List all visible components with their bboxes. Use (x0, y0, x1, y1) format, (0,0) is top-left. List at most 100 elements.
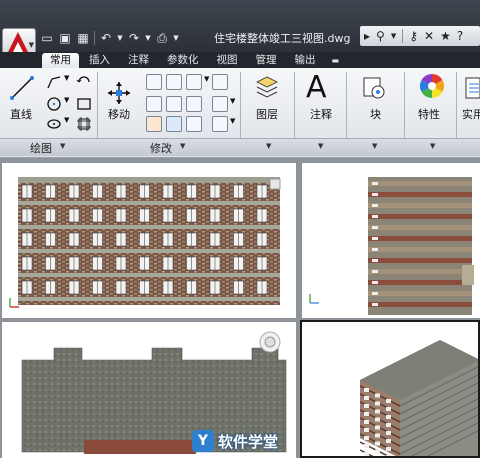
chevron-down-icon[interactable]: ▼ (64, 116, 69, 124)
color-wheel-icon[interactable] (418, 72, 446, 100)
iso-window (386, 431, 391, 435)
floor-slab (18, 249, 280, 253)
open-icon[interactable]: ▣ (58, 31, 72, 45)
block-icon[interactable] (360, 74, 388, 102)
iso-window (364, 404, 369, 408)
circle-center-icon[interactable] (46, 96, 62, 112)
iso-window (386, 399, 391, 403)
rectangle-icon[interactable] (76, 96, 92, 112)
side-window (372, 226, 378, 229)
chevron-down-icon[interactable]: ▼ (430, 142, 435, 150)
watermark-text: 软件学堂 (218, 432, 279, 451)
line-tool-icon[interactable] (8, 74, 36, 102)
modify-panel-title[interactable]: 修改 (150, 140, 172, 156)
chevron-down-icon: ▼ (28, 41, 34, 49)
iso-window (386, 423, 391, 427)
tab-output[interactable]: 输出 (287, 53, 324, 68)
circle-icon[interactable] (76, 74, 92, 90)
utilities-icon[interactable] (464, 76, 480, 100)
mirror-icon[interactable] (146, 96, 162, 112)
offset-icon[interactable] (212, 96, 228, 112)
layers-label[interactable]: 图层 (256, 106, 278, 122)
move-icon[interactable] (106, 80, 132, 106)
plot-dropdown-icon[interactable]: ▼ (173, 31, 179, 45)
side-floor-band (368, 236, 472, 241)
undo-dropdown-icon[interactable]: ▼ (117, 31, 123, 45)
binoculars-icon[interactable]: ⚲ (376, 29, 385, 43)
chevron-down-icon[interactable]: ▼ (266, 142, 271, 150)
ribbon-tab-bar: 常用 插入 注释 参数化 视图 管理 输出 ▬ (36, 52, 480, 68)
properties-label[interactable]: 特性 (418, 106, 440, 122)
block-label[interactable]: 块 (370, 106, 381, 122)
chevron-down-icon[interactable]: ▼ (180, 142, 185, 150)
exchange-icon[interactable]: ✕ (424, 29, 434, 43)
annotation-label[interactable]: 注释 (310, 106, 332, 122)
iso-window (375, 401, 380, 406)
chevron-down-icon[interactable]: ▼ (230, 117, 235, 125)
side-window (372, 204, 378, 207)
utilities-label[interactable]: 实用 (462, 106, 480, 122)
layers-icon[interactable] (254, 74, 280, 100)
explode-icon[interactable] (186, 96, 202, 112)
star-icon[interactable]: ★ (440, 29, 451, 43)
draw-panel-title[interactable]: 绘图 (30, 140, 52, 156)
chevron-down-icon[interactable]: ▼ (64, 74, 69, 82)
qat-divider (94, 31, 95, 45)
new-icon[interactable]: ▭ (40, 31, 54, 45)
iso-window (386, 439, 391, 443)
key-icon[interactable]: ⚷ (409, 29, 418, 43)
viewport-isometric[interactable] (300, 320, 480, 458)
help-icon[interactable]: ? (457, 29, 463, 43)
document-title: 住宅楼整体竣工三视图.dwg (214, 32, 351, 45)
side-window (372, 303, 378, 306)
viewport-front[interactable] (2, 163, 296, 318)
iso-window (375, 433, 380, 438)
rotate-icon[interactable] (166, 74, 182, 90)
chevron-down-icon[interactable]: ▼ (60, 142, 65, 150)
side-floor-band (368, 181, 472, 186)
redo-dropdown-icon[interactable]: ▼ (145, 31, 151, 45)
tab-insert[interactable]: 插入 (81, 53, 118, 68)
tab-manage[interactable]: 管理 (248, 53, 285, 68)
fillet-icon[interactable] (166, 96, 182, 112)
iso-window (364, 436, 369, 440)
chevron-down-icon[interactable]: ▼ (318, 142, 323, 150)
tab-home[interactable]: 常用 (42, 53, 79, 68)
hatch-icon[interactable] (76, 116, 92, 132)
erase-icon[interactable] (212, 74, 228, 90)
trim-icon[interactable] (186, 74, 202, 90)
tab-view[interactable]: 视图 (209, 53, 246, 68)
redo-icon[interactable]: ↷ (127, 31, 141, 45)
chevron-down-icon[interactable]: ▼ (64, 96, 69, 104)
quick-access-toolbar: ▭ ▣ ▦ ↶ ▼ ↷ ▼ ⎙ ▼ (40, 30, 179, 46)
chevron-down-icon[interactable]: ▼ (230, 97, 235, 105)
side-floor-band (368, 247, 472, 252)
polyline-icon[interactable] (46, 74, 62, 90)
text-a-icon[interactable]: A (306, 70, 327, 105)
ribbon-minimize-button[interactable]: ▬ (326, 53, 346, 68)
chevron-down-icon[interactable]: ▼ (204, 75, 209, 83)
undo-icon[interactable]: ↶ (99, 31, 113, 45)
tab-annotate[interactable]: 注释 (120, 53, 157, 68)
scale-icon[interactable] (166, 116, 182, 132)
side-window (372, 248, 378, 251)
array-icon[interactable] (186, 116, 202, 132)
iso-window (375, 417, 380, 422)
tab-parametric[interactable]: 参数化 (159, 53, 207, 68)
viewport-side[interactable] (302, 163, 480, 318)
chevron-down-icon[interactable]: ▼ (372, 142, 377, 150)
isometric-building-drawing (359, 340, 480, 458)
chevron-down-icon[interactable]: ▼ (391, 32, 396, 40)
side-floor-band (368, 302, 472, 307)
watermark: Y 软件学堂 (192, 430, 278, 452)
save-icon[interactable]: ▦ (76, 31, 90, 45)
iso-window (375, 409, 380, 414)
side-window (372, 259, 378, 262)
plot-icon[interactable]: ⎙ (155, 31, 169, 45)
arc-icon[interactable] (46, 116, 62, 132)
copy-icon[interactable] (146, 74, 162, 90)
side-window (372, 215, 378, 218)
chamfer-icon[interactable] (212, 116, 228, 132)
expand-arrow-icon[interactable]: ▸ (364, 29, 370, 43)
stretch-icon[interactable] (146, 116, 162, 132)
